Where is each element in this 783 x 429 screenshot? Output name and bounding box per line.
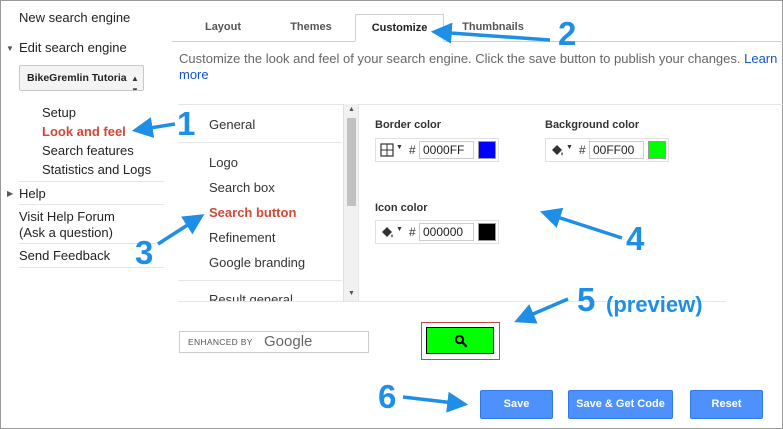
- annotation-5: 5: [577, 281, 596, 318]
- category-google-branding[interactable]: Google branding: [209, 255, 305, 270]
- google-logo: Google: [264, 333, 313, 350]
- collapsed-triangle-icon[interactable]: ▶: [7, 189, 13, 198]
- ask-question-link[interactable]: (Ask a question): [19, 225, 113, 240]
- send-feedback-link[interactable]: Send Feedback: [19, 248, 110, 263]
- intro-description: Customize the look and feel of your sear…: [179, 51, 745, 66]
- help-link[interactable]: Help: [19, 186, 46, 201]
- dropdown-caret-icon[interactable]: ▼: [396, 144, 403, 151]
- category-refinement[interactable]: Refinement: [209, 230, 275, 245]
- category-scrollbar[interactable]: ▲ ▼: [343, 104, 358, 301]
- icon-color-input[interactable]: 000000: [419, 223, 474, 241]
- panel-divider: [358, 104, 359, 301]
- hash-label: #: [409, 143, 416, 157]
- engine-select-value: BikeGremlin Tutoria: [27, 72, 127, 84]
- sidebar: New search engine ▼ Edit search engine B…: [0, 0, 168, 429]
- border-color-input[interactable]: 0000FF: [419, 141, 474, 159]
- scroll-down-icon[interactable]: ▼: [344, 290, 359, 297]
- annotation-1: 1: [177, 105, 196, 142]
- annotation-3: 3: [135, 234, 154, 271]
- annotation-2: 2: [558, 15, 577, 52]
- hash-label: #: [579, 143, 586, 157]
- save-button[interactable]: Save: [480, 390, 553, 419]
- category-logo[interactable]: Logo: [209, 155, 238, 170]
- dropdown-caret-icon[interactable]: ▼: [396, 226, 403, 233]
- new-search-engine-link[interactable]: New search engine: [19, 10, 130, 25]
- dropdown-caret-icon[interactable]: ▼: [566, 144, 573, 151]
- icon-color-label: Icon color: [375, 202, 428, 214]
- sidebar-item-statistics[interactable]: Statistics and Logs: [42, 162, 151, 177]
- icon-color-picker[interactable]: ▼ # 000000: [375, 220, 499, 244]
- background-color-swatch[interactable]: [648, 141, 666, 159]
- panel-top-rule: [358, 104, 783, 105]
- paint-bucket-icon: [382, 227, 393, 238]
- annotation-4: 4: [626, 220, 645, 257]
- sidebar-divider: [19, 181, 164, 182]
- border-color-picker[interactable]: ▼ # 0000FF: [375, 138, 499, 162]
- select-arrows-icon: ▲ ▼: [131, 74, 139, 91]
- border-color-swatch[interactable]: [478, 141, 496, 159]
- sidebar-item-search-features[interactable]: Search features: [42, 143, 134, 158]
- category-list: General Logo Search box Search button Re…: [178, 104, 358, 301]
- sidebar-divider: [19, 204, 164, 205]
- expanded-triangle-icon[interactable]: ▼: [6, 44, 14, 53]
- scroll-up-icon[interactable]: ▲: [344, 106, 359, 113]
- tab-themes[interactable]: Themes: [267, 14, 355, 42]
- category-divider: [178, 142, 342, 143]
- sidebar-item-look-and-feel[interactable]: Look and feel: [42, 124, 126, 139]
- category-search-button[interactable]: Search button: [209, 205, 296, 220]
- paint-bucket-icon: [552, 145, 563, 156]
- background-color-label: Background color: [545, 119, 640, 131]
- category-result-general[interactable]: Result general: [209, 292, 293, 301]
- annotation-6: 6: [378, 378, 397, 415]
- border-grid-icon: [380, 143, 394, 157]
- preview-search-box[interactable]: ENHANCED BY Google: [179, 331, 369, 353]
- background-color-picker[interactable]: ▼ # 00FF00: [545, 138, 669, 162]
- edit-search-engine-link[interactable]: Edit search engine: [19, 40, 127, 55]
- reset-button[interactable]: Reset: [690, 390, 763, 419]
- icon-color-swatch[interactable]: [478, 223, 496, 241]
- intro-text: Customize the look and feel of your sear…: [179, 51, 779, 83]
- category-search-box[interactable]: Search box: [209, 180, 275, 195]
- preview-search-button[interactable]: [426, 327, 494, 354]
- annotation-preview-label: (preview): [606, 292, 703, 317]
- tab-customize[interactable]: Customize: [355, 14, 444, 42]
- enhanced-by-label: ENHANCED BY: [188, 337, 253, 347]
- engine-select[interactable]: BikeGremlin Tutoria ▲ ▼: [19, 65, 144, 91]
- visit-help-forum-link[interactable]: Visit Help Forum: [19, 209, 115, 224]
- scroll-thumb[interactable]: [347, 118, 356, 206]
- category-general[interactable]: General: [209, 117, 255, 132]
- tab-thumbnails[interactable]: Thumbnails: [446, 14, 540, 42]
- category-divider: [178, 280, 342, 281]
- border-color-label: Border color: [375, 119, 442, 131]
- background-color-input[interactable]: 00FF00: [589, 141, 644, 159]
- save-get-code-button[interactable]: Save & Get Code: [568, 390, 673, 419]
- sidebar-item-setup[interactable]: Setup: [42, 105, 76, 120]
- search-icon: [454, 334, 468, 348]
- tab-layout[interactable]: Layout: [181, 14, 265, 42]
- hash-label: #: [409, 225, 416, 239]
